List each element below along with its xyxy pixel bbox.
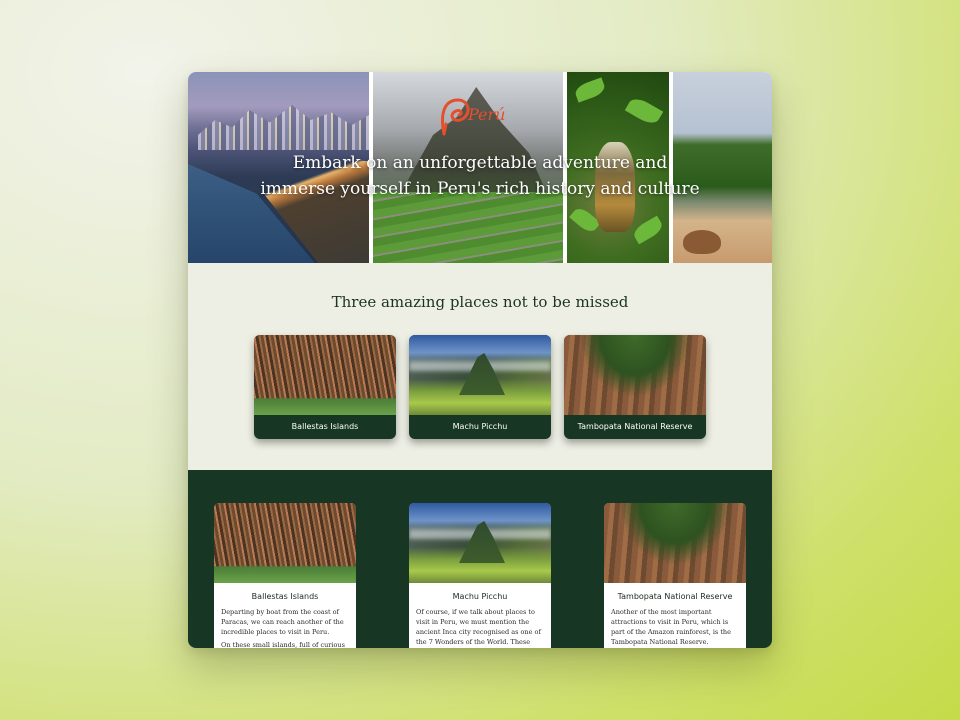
detail-card-title: Tambopata National Reserve: [617, 592, 733, 601]
place-card-tambopata[interactable]: Tambopata National Reserve: [564, 335, 706, 439]
place-card-label: Tambopata National Reserve: [577, 422, 693, 431]
tambopata-image: [604, 503, 746, 583]
detail-card-body: Another of the most important attraction…: [611, 607, 741, 648]
detail-card-title: Machu Picchu: [452, 592, 508, 601]
detail-paragraph: Another of the most important attraction…: [611, 608, 731, 646]
tambopata-image: [564, 335, 706, 415]
place-card-machu-picchu[interactable]: Machu Picchu: [409, 335, 551, 439]
details-section: Ballestas Islands Departing by boat from…: [188, 470, 772, 648]
svg-text:Perú: Perú: [467, 105, 505, 124]
section-title: Three amazing places not to be missed: [331, 293, 629, 311]
detail-card-machu-picchu: Machu Picchu Of course, if we talk about…: [409, 503, 551, 648]
machu-picchu-image: [409, 503, 551, 583]
places-section: Three amazing places not to be missed Ba…: [188, 263, 772, 470]
ballestas-image: [254, 335, 396, 415]
place-card-label: Machu Picchu: [452, 422, 508, 431]
hero-tagline: Embark on an unforgettable adventure and…: [248, 150, 712, 202]
ballestas-image: [214, 503, 356, 583]
detail-card-body: Departing by boat from the coast of Para…: [221, 607, 351, 648]
hero-banner: Perú Embark on an unforgettable adventur…: [188, 72, 772, 263]
detail-card-body: Of course, if we talk about places to vi…: [416, 607, 546, 648]
detail-paragraph: On these small islands, full of curious: [221, 641, 345, 648]
place-card-label: Ballestas Islands: [291, 422, 359, 431]
page-frame: Perú Embark on an unforgettable adventur…: [188, 72, 772, 648]
detail-paragraph: Of course, if we talk about places to vi…: [416, 608, 541, 646]
detail-card-ballestas: Ballestas Islands Departing by boat from…: [214, 503, 356, 648]
hero-tagline-line-2: immerse yourself in Peru's rich history …: [260, 179, 700, 199]
detail-card-tambopata: Tambopata National Reserve Another of th…: [604, 503, 746, 648]
place-card-ballestas[interactable]: Ballestas Islands: [254, 335, 396, 439]
detail-paragraph: Departing by boat from the coast of Para…: [221, 608, 344, 636]
machu-picchu-image: [409, 335, 551, 415]
hero-tagline-line-1: Embark on an unforgettable adventure and: [292, 153, 668, 173]
detail-card-title: Ballestas Islands: [251, 592, 319, 601]
peru-logo: Perú: [441, 98, 505, 136]
